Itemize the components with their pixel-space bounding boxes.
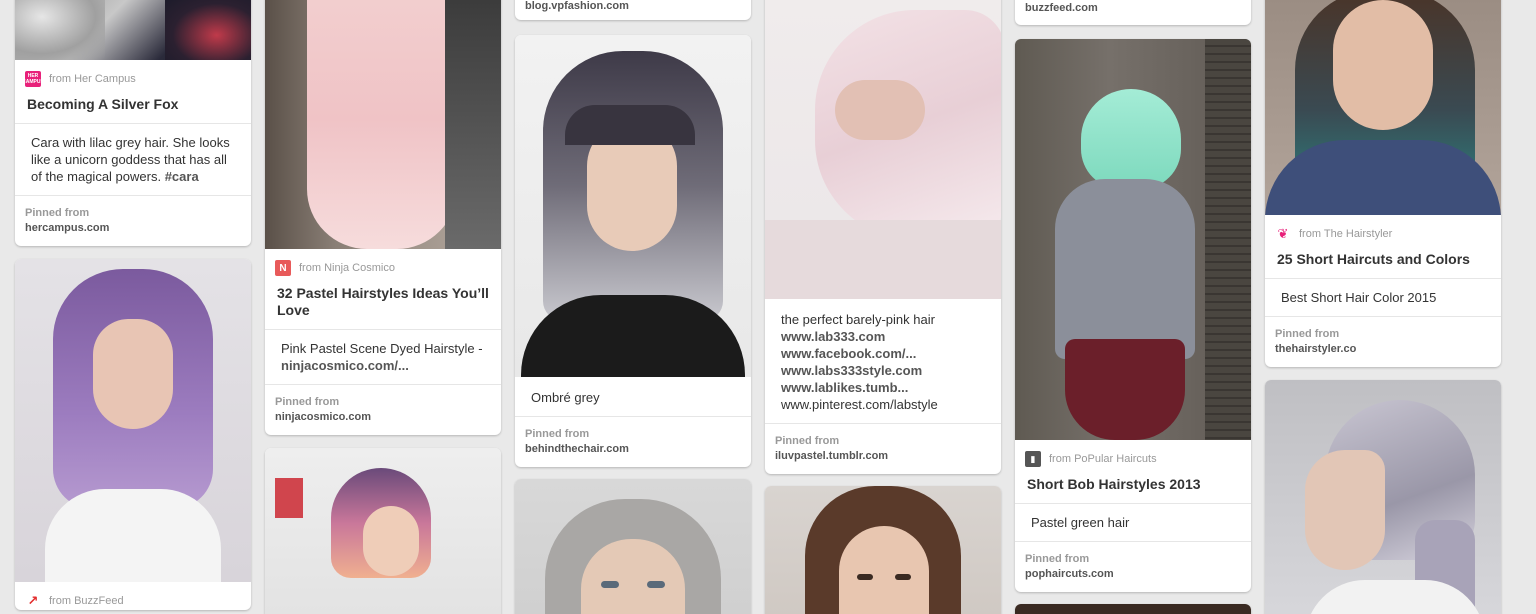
pin-description: the perfect barely-pink hair www.lab333.…: [781, 312, 938, 412]
pin-source[interactable]: ▮ from PoPular Haircuts: [1015, 440, 1251, 468]
pin-link[interactable]: www.pinterest.com/labstyle: [781, 397, 938, 412]
pin-card-brunette[interactable]: [765, 486, 1001, 614]
pin-title[interactable]: 25 Short Haircuts and Colors: [1265, 243, 1501, 278]
pin-description: Pink Pastel Scene Dyed Hairstyle - ninjac…: [265, 329, 501, 384]
pin-image[interactable]: [15, 259, 251, 582]
hairstyler-logo-icon: ❦: [1277, 226, 1289, 241]
pin-image[interactable]: [515, 35, 751, 377]
pinned-from[interactable]: Pinned from ninjacosmico.com: [265, 384, 501, 435]
pin-image[interactable]: [1015, 39, 1251, 440]
pin-card-vpfashion[interactable]: blog.vpfashion.com: [515, 0, 751, 20]
pin-card-short-25[interactable]: ❦ from The Hairstyler 25 Short Haircuts …: [1265, 0, 1501, 367]
buzzfeed-trend-icon: ↗: [27, 593, 39, 608]
pin-link[interactable]: www.lab333.com: [781, 329, 885, 344]
pin-card-short-bob[interactable]: ▮ from PoPular Haircuts Short Bob Hairst…: [1015, 39, 1251, 592]
pin-card-pastel-32[interactable]: N from Ninja Cosmico 32 Pastel Hairstyle…: [265, 0, 501, 435]
pin-image[interactable]: [265, 448, 501, 614]
pinned-from[interactable]: Pinned from behindthechair.com: [515, 416, 751, 467]
ninja-cosmico-logo-icon: N: [275, 260, 291, 276]
pin-source[interactable]: ❦ from The Hairstyler: [1265, 215, 1501, 243]
pin-source[interactable]: N from Ninja Cosmico: [265, 249, 501, 277]
pinned-from[interactable]: buzzfeed.com: [1015, 0, 1251, 25]
pin-card-lilac-ponytail[interactable]: [1265, 380, 1501, 614]
pin-board: HER CAMPUS from Her Campus Becoming A Si…: [0, 0, 1536, 614]
pin-description: Cara with lilac grey hair. She looks lik…: [15, 123, 251, 195]
pin-image[interactable]: [265, 0, 501, 249]
pinned-from[interactable]: Pinned from hercampus.com: [15, 195, 251, 246]
pin-image[interactable]: [515, 479, 751, 614]
her-campus-logo-icon: HER CAMPUS: [22, 71, 44, 87]
hashtag-link[interactable]: #cara: [165, 169, 199, 184]
pin-title[interactable]: 32 Pastel Hairstyles Ideas You’ll Love: [265, 277, 501, 329]
pushpin-logo-icon: ▮: [1025, 451, 1041, 467]
pin-image[interactable]: [15, 0, 251, 60]
pin-link[interactable]: www.labs333style.com: [781, 363, 922, 378]
pin-card-pink-ombre[interactable]: [265, 448, 501, 614]
pinned-from[interactable]: blog.vpfashion.com: [515, 0, 751, 20]
pinned-from[interactable]: Pinned from thehairstyler.co: [1265, 316, 1501, 367]
pin-image[interactable]: [765, 486, 1001, 614]
pin-link[interactable]: ninjacosmico.com/...: [281, 358, 409, 373]
pin-card-grey-face[interactable]: [515, 479, 751, 614]
pin-description: Ombré grey: [531, 390, 600, 405]
pin-image[interactable]: [1015, 604, 1251, 614]
pin-card-buzzfeed-top[interactable]: buzzfeed.com: [1015, 0, 1251, 25]
pin-card-silver-fox[interactable]: HER CAMPUS from Her Campus Becoming A Si…: [15, 0, 251, 246]
pin-card-ombre-grey[interactable]: Ombré grey Pinned from behindthechair.co…: [515, 35, 751, 467]
pin-description: Pastel green hair: [1015, 503, 1251, 541]
pin-title[interactable]: Short Bob Hairstyles 2013: [1015, 468, 1251, 503]
pin-description: Best Short Hair Color 2015: [1265, 278, 1501, 316]
pinned-from[interactable]: Pinned from iluvpastel.tumblr.com: [765, 423, 1001, 474]
pin-source[interactable]: ↗ from BuzzFeed: [15, 582, 251, 610]
pin-source[interactable]: HER CAMPUS from Her Campus: [15, 60, 251, 88]
pin-image[interactable]: [1265, 380, 1501, 614]
pin-card-purple-bob[interactable]: ↗ from BuzzFeed: [15, 259, 251, 610]
pin-image[interactable]: [765, 0, 1001, 299]
pinned-from[interactable]: Pinned from pophaircuts.com: [1015, 541, 1251, 592]
pin-card-barely-pink[interactable]: the perfect barely-pink hair www.lab333.…: [765, 0, 1001, 474]
pin-link[interactable]: www.facebook.com/...: [781, 346, 916, 361]
pin-image[interactable]: [1265, 0, 1501, 215]
pin-card-bottom[interactable]: [1015, 604, 1251, 614]
pin-link[interactable]: www.lablikes.tumb...: [781, 380, 908, 395]
pin-title[interactable]: Becoming A Silver Fox: [15, 88, 251, 123]
